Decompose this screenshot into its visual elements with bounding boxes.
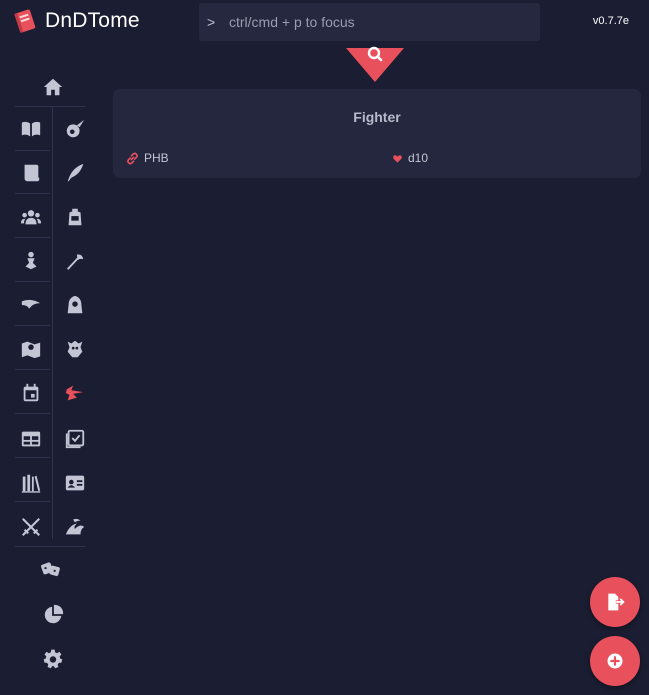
- version-label: v0.7.7e: [592, 15, 629, 27]
- nav-backgrounds[interactable]: [16, 290, 46, 320]
- crossed-swords-icon: [22, 518, 40, 536]
- hit-die-label: d10: [408, 151, 429, 165]
- add-class-button[interactable]: [590, 636, 640, 686]
- nav-quests[interactable]: [60, 424, 90, 454]
- sidebar-divider: [15, 457, 50, 458]
- sea-creature-icon: [65, 518, 85, 535]
- nav-tables[interactable]: [16, 424, 46, 454]
- id-card-icon: [65, 475, 85, 491]
- app-window: DnDTome > v0.7.7e: [0, 0, 649, 695]
- dice-icon: [41, 562, 60, 577]
- thief-icon: [25, 251, 37, 270]
- nav-spells[interactable]: [60, 114, 90, 144]
- sidebar-divider: [15, 325, 50, 326]
- hooded-figure-icon: [67, 295, 83, 314]
- class-name: Fighter: [353, 109, 401, 125]
- nav-encounters[interactable]: [16, 512, 46, 542]
- class-icon: [65, 385, 84, 401]
- calendar-icon: [23, 383, 39, 402]
- table-icon: [21, 431, 41, 447]
- nav-library[interactable]: [16, 468, 46, 498]
- nav-monsters[interactable]: [60, 334, 90, 364]
- link-icon: [127, 152, 138, 164]
- nav-campaigns[interactable]: [60, 468, 90, 498]
- wind-icon: [21, 299, 41, 309]
- search-tab-button[interactable]: [346, 44, 404, 82]
- spellbook-icon: [21, 121, 41, 137]
- nav-settings[interactable]: [38, 644, 68, 674]
- sidebar: [0, 62, 110, 695]
- export-file-icon: [608, 593, 625, 611]
- nav-locations[interactable]: [16, 334, 46, 364]
- nav-races[interactable]: [16, 246, 46, 276]
- nav-characters[interactable]: [16, 202, 46, 232]
- nav-spells-book[interactable]: [16, 114, 46, 144]
- fireball-icon: [66, 119, 85, 138]
- export-button[interactable]: [590, 577, 640, 627]
- add-circle-icon: [607, 653, 623, 669]
- nav-npcs[interactable]: [60, 290, 90, 320]
- tome-logo-icon: [14, 9, 36, 33]
- source-info: PHB: [126, 151, 169, 165]
- source-label: PHB: [144, 151, 169, 165]
- search-input[interactable]: [221, 8, 533, 36]
- sidebar-divider: [15, 546, 85, 547]
- nav-events[interactable]: [16, 378, 46, 408]
- sidebar-divider: [52, 107, 53, 539]
- home-icon: [43, 78, 63, 96]
- pie-chart-icon: [44, 604, 64, 624]
- heart-icon: [393, 154, 402, 163]
- sidebar-divider: [15, 501, 50, 502]
- gear-icon: [43, 649, 63, 669]
- sidebar-divider: [15, 193, 50, 194]
- sidebar-divider: [15, 369, 50, 370]
- sidebar-divider: [15, 150, 50, 151]
- sidebar-divider: [15, 106, 85, 107]
- nav-dice[interactable]: [36, 554, 66, 584]
- axe-icon: [66, 254, 84, 270]
- monster-icon: [67, 340, 83, 358]
- nav-items[interactable]: [60, 202, 90, 232]
- sidebar-divider: [15, 413, 50, 414]
- app-name: DnDTome: [45, 9, 140, 32]
- sidebar-divider: [15, 237, 50, 238]
- search-prompt: >: [207, 14, 216, 30]
- nav-home[interactable]: [38, 72, 68, 102]
- nav-statistics[interactable]: [38, 600, 68, 630]
- group-icon: [20, 210, 42, 225]
- backpack-icon: [68, 208, 82, 226]
- class-card[interactable]: Fighter PHB d10: [113, 89, 641, 178]
- nav-notes[interactable]: [60, 158, 90, 188]
- nav-gear[interactable]: [60, 246, 90, 276]
- nav-scrolls[interactable]: [16, 158, 46, 188]
- command-search[interactable]: >: [199, 3, 540, 41]
- map-icon: [21, 341, 41, 359]
- brand[interactable]: DnDTome: [12, 8, 140, 34]
- sidebar-divider: [15, 281, 50, 282]
- hit-die-info: d10: [392, 151, 428, 165]
- checklist-icon: [65, 429, 85, 449]
- nav-classes[interactable]: [60, 378, 90, 408]
- scroll-icon: [24, 164, 40, 182]
- top-bar: DnDTome > v0.7.7e: [0, 0, 649, 44]
- nav-vehicles[interactable]: [60, 512, 90, 542]
- quill-icon: [67, 163, 84, 182]
- library-icon: [21, 474, 41, 493]
